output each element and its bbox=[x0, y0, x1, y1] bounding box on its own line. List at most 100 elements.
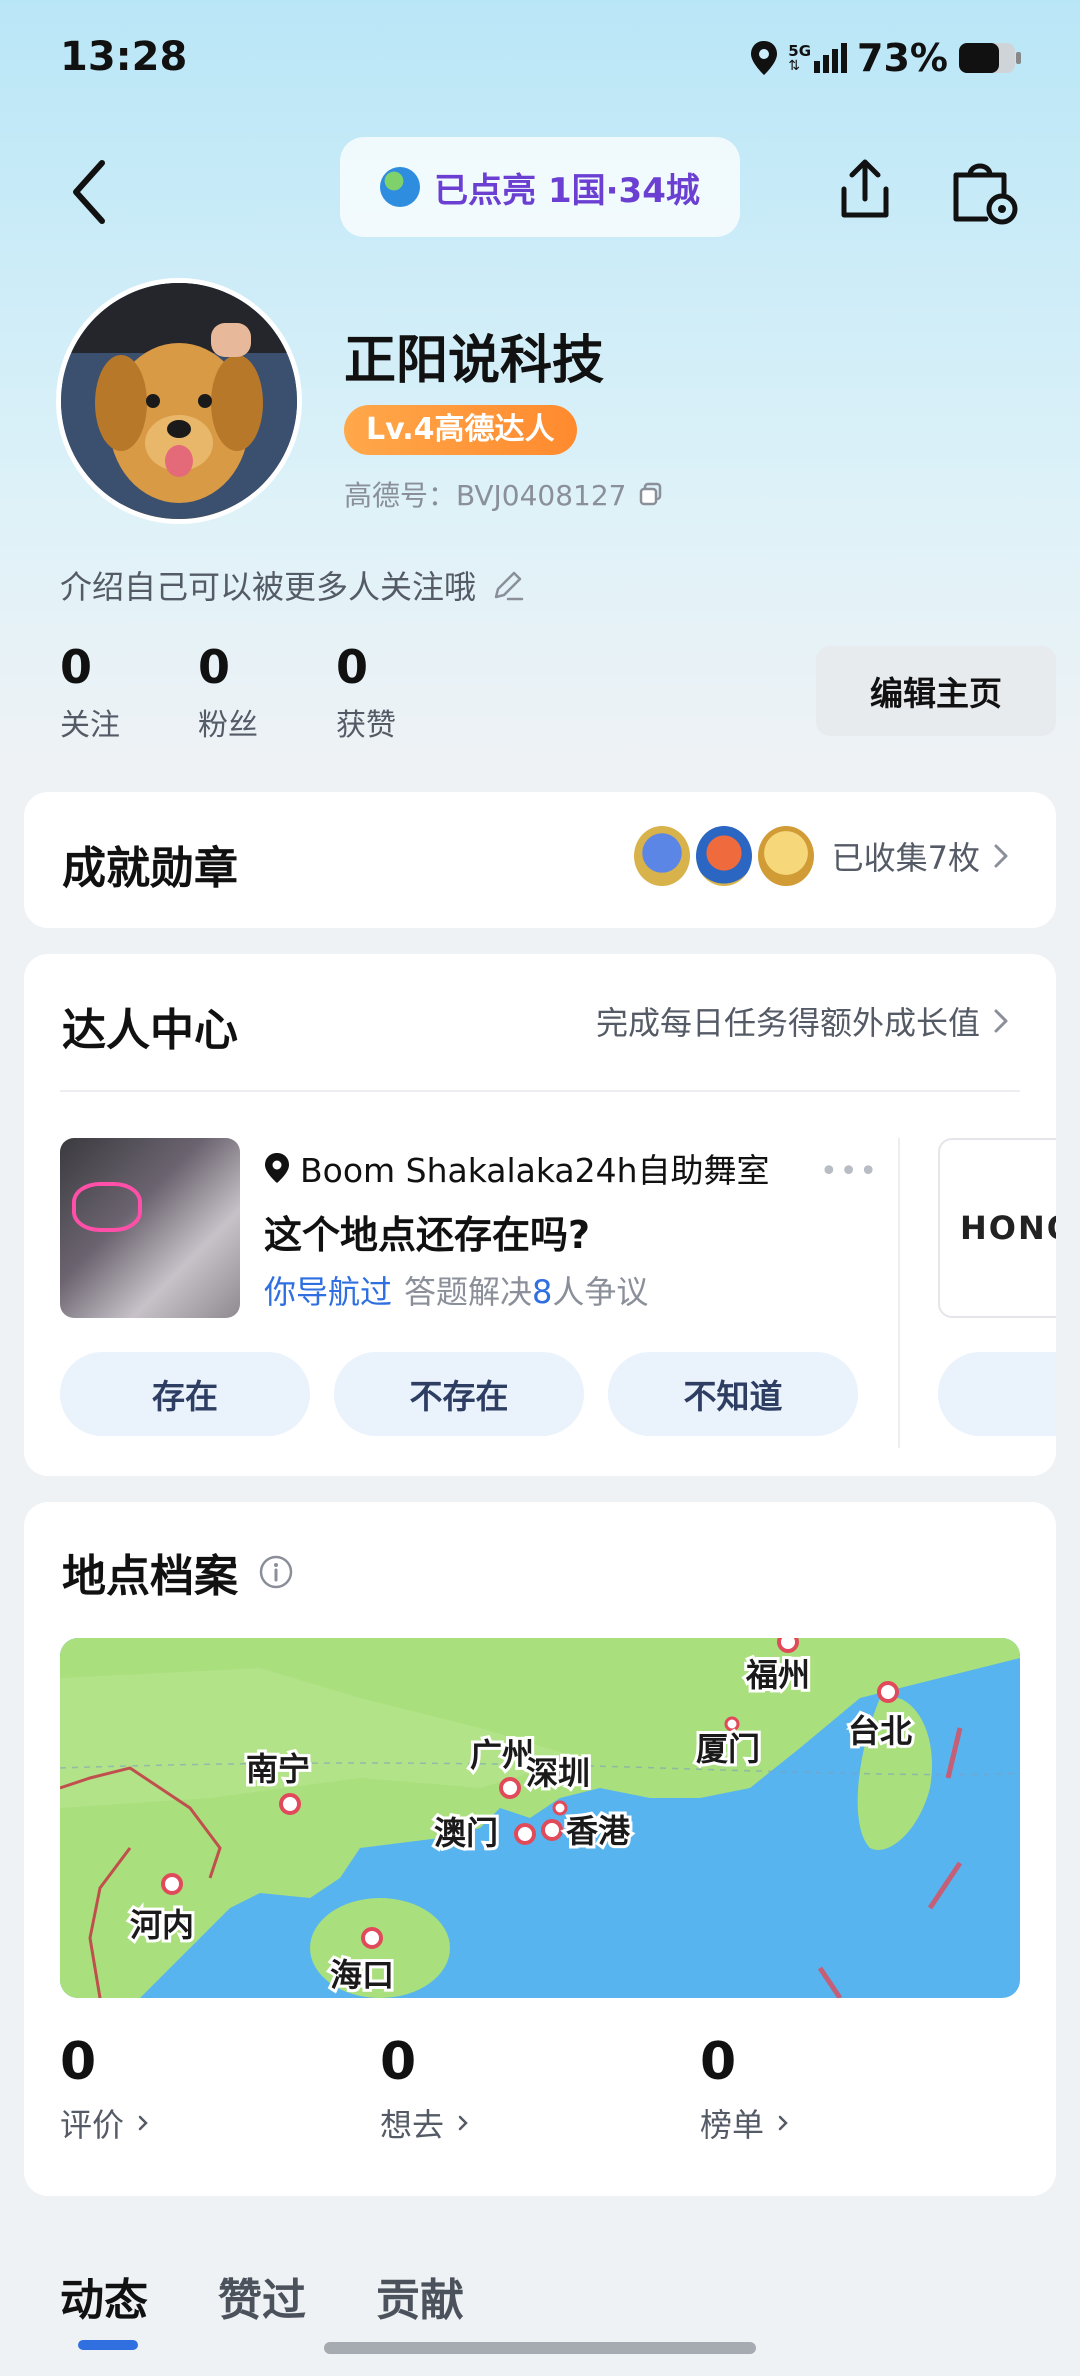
share-icon[interactable] bbox=[830, 155, 900, 225]
signal-icon: 5G ⇅ bbox=[788, 43, 848, 73]
question-meta: 你导航过 答题解决8人争议 bbox=[264, 1267, 648, 1313]
stat-value: 0 bbox=[60, 2032, 97, 2092]
status-time: 13:28 bbox=[60, 34, 188, 80]
stat-label: 想去 bbox=[380, 2106, 445, 2144]
lit-cities-label: 已点亮 1国·34城 bbox=[434, 170, 700, 211]
map-label-hanoi: 河内 bbox=[130, 1906, 194, 1944]
next-question-option[interactable] bbox=[938, 1352, 1056, 1436]
dog-photo bbox=[61, 283, 297, 519]
bio[interactable]: 介绍自己可以被更多人关注哦 bbox=[60, 562, 526, 608]
place-archive-card: 地点档案 福州 台北 厦门 广州 深圳 南宁 澳门 香港 河内 海口 0 评价 … bbox=[24, 1502, 1056, 2196]
amap-id: 高德号：BVJ0408127 bbox=[344, 474, 664, 514]
meta-prefix: 答题解决 bbox=[404, 1273, 533, 1311]
stat-label: 榜单 bbox=[700, 2106, 765, 2144]
chevron-right-icon bbox=[458, 2115, 468, 2131]
medal-icon bbox=[633, 826, 690, 886]
location-pin-icon bbox=[265, 1153, 289, 1183]
expert-center-subtitle: 完成每日任务得额外成长值 bbox=[595, 1004, 980, 1042]
map-label-macau: 澳门 bbox=[434, 1814, 498, 1852]
info-icon[interactable] bbox=[258, 1554, 294, 1590]
answer-exists-button[interactable]: 存在 bbox=[60, 1352, 310, 1436]
more-options-icon[interactable]: ••• bbox=[820, 1154, 879, 1189]
battery-percent: 73% bbox=[857, 36, 948, 80]
chevron-right-icon bbox=[778, 2115, 788, 2131]
stat-value: 0 bbox=[380, 2032, 417, 2092]
top-nav: 已点亮 1国·34城 bbox=[0, 135, 1080, 245]
question-place-name: Boom Shakalaka24h自助舞室 bbox=[300, 1151, 770, 1190]
question-text: 这个地点还存在吗? bbox=[264, 1213, 591, 1257]
profile-stats: 0 关注 0 粉丝 0 获赞 bbox=[60, 640, 474, 744]
navigated-tag: 你导航过 bbox=[264, 1273, 393, 1311]
achievements-card[interactable]: 成就勋章 已收集7枚 bbox=[24, 792, 1056, 928]
stat-label-row: 想去 bbox=[380, 2100, 476, 2146]
expert-center-link[interactable]: 完成每日任务得额外成长值 bbox=[596, 998, 1016, 1044]
tab-contributions[interactable]: 贡献 bbox=[376, 2264, 464, 2328]
meta-suffix: 人争议 bbox=[552, 1273, 649, 1311]
medal-icon bbox=[695, 826, 752, 886]
question-place[interactable]: Boom Shakalaka24h自助舞室 bbox=[264, 1144, 770, 1192]
map-label-fuzhou: 福州 bbox=[745, 1656, 810, 1694]
achievements-title: 成就勋章 bbox=[62, 843, 238, 894]
divider bbox=[898, 1138, 900, 1448]
stat-label: 粉丝 bbox=[198, 708, 258, 743]
map-label-haikou: 海口 bbox=[330, 1956, 394, 1994]
stat-label-row: 榜单 bbox=[700, 2100, 796, 2146]
stat-likes[interactable]: 0 获赞 bbox=[336, 640, 474, 744]
place-archive-header: 地点档案 bbox=[62, 1540, 294, 1604]
divider bbox=[60, 1090, 1020, 1092]
battery-icon bbox=[959, 43, 1021, 73]
achievements-summary: 已收集7枚 bbox=[633, 826, 1016, 886]
visited-places-map[interactable]: 福州 台北 厦门 广州 深圳 南宁 澳门 香港 河内 海口 bbox=[60, 1638, 1020, 1998]
answer-unknown-button[interactable]: 不知道 bbox=[608, 1352, 858, 1436]
level-badge[interactable]: Lv.4高德达人 bbox=[344, 405, 577, 455]
stat-want-to-go[interactable]: 0 想去 bbox=[380, 2032, 476, 2146]
stat-reviews[interactable]: 0 评价 bbox=[60, 2032, 156, 2146]
avatar[interactable] bbox=[56, 278, 302, 524]
stat-label: 关注 bbox=[60, 708, 120, 743]
globe-icon bbox=[380, 167, 421, 207]
tab-posts[interactable]: 动态 bbox=[60, 2264, 148, 2328]
stat-label-row: 评价 bbox=[60, 2100, 156, 2146]
stat-value: 0 bbox=[60, 640, 93, 694]
edit-pencil-icon bbox=[494, 571, 524, 601]
achievements-count: 已收集7枚 bbox=[831, 839, 980, 877]
active-tab-indicator bbox=[78, 2340, 138, 2350]
shopping-bag-settings-icon[interactable] bbox=[946, 153, 1022, 227]
map-label-hongkong: 香港 bbox=[566, 1812, 631, 1850]
tab-liked[interactable]: 赞过 bbox=[218, 2264, 306, 2328]
place-stats: 0 评价 0 想去 0 榜单 bbox=[60, 2032, 1020, 2162]
medal-icon bbox=[757, 826, 814, 886]
copy-icon[interactable] bbox=[638, 481, 664, 507]
meta-count: 8 bbox=[532, 1273, 553, 1311]
stat-value: 0 bbox=[700, 2032, 737, 2092]
expert-center-card: 达人中心 完成每日任务得额外成长值 Boom Shakalaka24h自助舞室 … bbox=[24, 954, 1056, 1476]
stat-rankings[interactable]: 0 榜单 bbox=[700, 2032, 796, 2146]
map-label-xiamen: 厦门 bbox=[696, 1730, 760, 1768]
back-icon[interactable] bbox=[60, 157, 120, 227]
lit-cities-badge[interactable]: 已点亮 1国·34城 bbox=[340, 137, 740, 237]
status-icons: 5G ⇅ 73% bbox=[750, 36, 1022, 80]
map-label-guangzhou: 广州 bbox=[470, 1736, 534, 1774]
stat-following[interactable]: 0 关注 bbox=[60, 640, 198, 744]
edit-profile-button[interactable]: 编辑主页 bbox=[816, 646, 1056, 736]
chevron-right-icon bbox=[994, 1009, 1008, 1033]
stat-label: 获赞 bbox=[336, 708, 396, 743]
stat-value: 0 bbox=[336, 640, 369, 694]
answer-not-exists-button[interactable]: 不存在 bbox=[334, 1352, 584, 1436]
home-indicator[interactable] bbox=[324, 2342, 756, 2354]
stat-label: 评价 bbox=[60, 2106, 125, 2144]
map-label-shenzhen: 深圳 bbox=[526, 1754, 590, 1792]
expert-center-title: 达人中心 bbox=[62, 1005, 238, 1056]
map-label-nanning: 南宁 bbox=[246, 1750, 310, 1788]
stat-followers[interactable]: 0 粉丝 bbox=[198, 640, 336, 744]
location-icon bbox=[751, 41, 778, 75]
next-question-card[interactable]: HONOR bbox=[938, 1138, 1056, 1318]
chevron-right-icon bbox=[138, 2115, 148, 2131]
stat-value: 0 bbox=[198, 640, 231, 694]
chevron-right-icon bbox=[994, 844, 1008, 868]
content-tabs: 动态 赞过 贡献 bbox=[60, 2264, 464, 2328]
username: 正阳说科技 bbox=[344, 331, 605, 391]
status-bar: 13:28 5G ⇅ 73% bbox=[0, 0, 1080, 120]
amap-id-text: 高德号：BVJ0408127 bbox=[344, 479, 627, 512]
place-photo[interactable] bbox=[60, 1138, 240, 1318]
